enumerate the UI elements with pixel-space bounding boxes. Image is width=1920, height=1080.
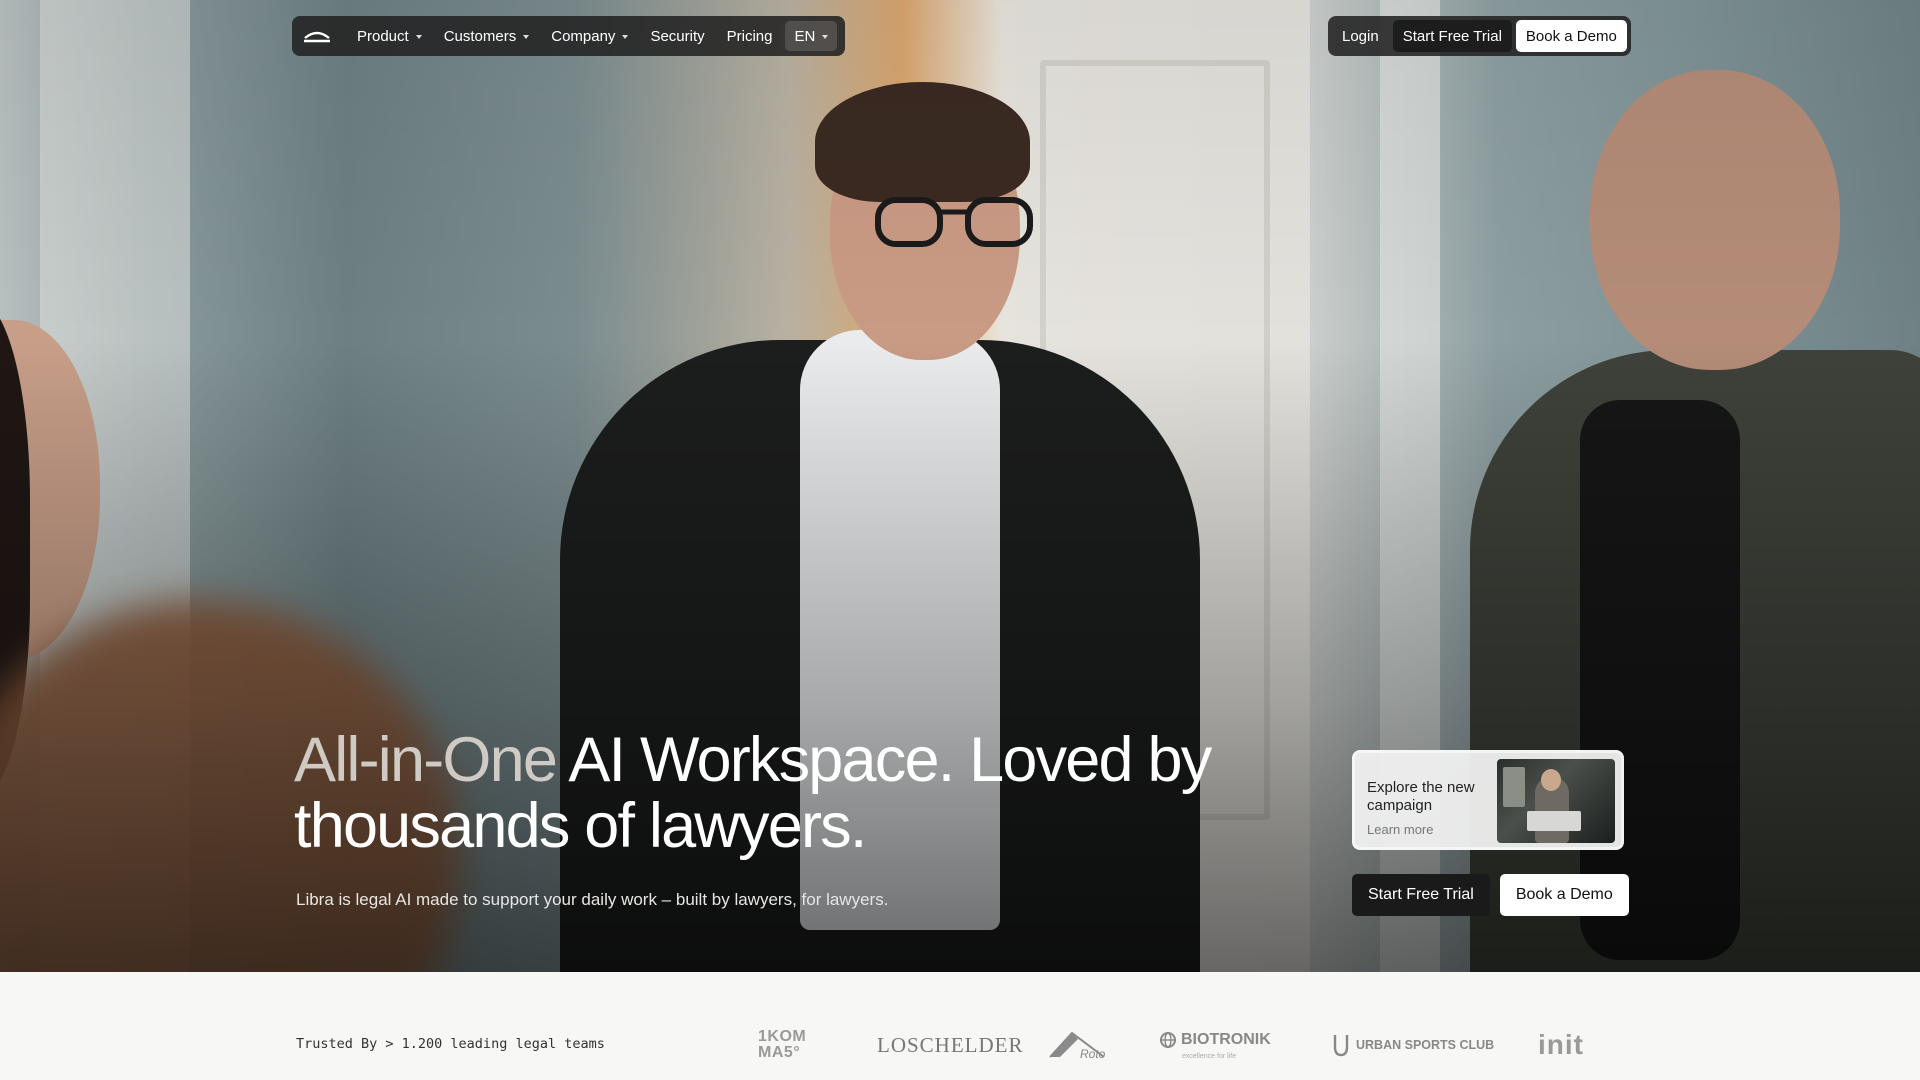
- logo-loschelder: LOSCHELDER: [877, 1032, 1024, 1057]
- login-button[interactable]: Login: [1332, 20, 1389, 52]
- campaign-learn-more-link[interactable]: Learn more: [1367, 822, 1487, 837]
- logo-init: init: [1538, 1029, 1584, 1060]
- logo-1komma5: 1KOM MA5°: [758, 1028, 807, 1061]
- logo-urban-sports-club: URBAN SPORTS CLUB: [1332, 1020, 1494, 1070]
- biotronik-globe-icon: [1160, 1031, 1176, 1048]
- logo-biotronik: BIOTRONIK excellence for life: [1160, 1020, 1271, 1070]
- client-logos: 1KOM MA5° LOSCHELDER Roto BIOTRONIK exce…: [0, 1020, 1920, 1070]
- nav-start-trial-button[interactable]: Start Free Trial: [1392, 20, 1512, 52]
- nav-security[interactable]: Security: [641, 21, 713, 51]
- campaign-thumbnail[interactable]: [1497, 759, 1615, 843]
- nav-pricing-label: Pricing: [726, 27, 773, 45]
- nav-book-demo-button[interactable]: Book a Demo: [1515, 20, 1627, 52]
- hero-subline: Libra is legal AI made to support your d…: [296, 890, 889, 909]
- campaign-title: Explore the new campaign: [1367, 779, 1475, 814]
- language-label: EN: [794, 27, 816, 45]
- chevron-down-icon: [523, 34, 530, 39]
- hero-cta-row: Start Free Trial Book a Demo: [1352, 874, 1629, 916]
- usc-shield-icon: [1333, 1035, 1349, 1057]
- libra-logo-icon[interactable]: [302, 26, 332, 46]
- campaign-card[interactable]: Explore the new campaign Learn more: [1352, 750, 1624, 850]
- nav-pricing[interactable]: Pricing: [718, 21, 782, 51]
- hero-headline: All-in-One AI Workspace. Loved by thousa…: [294, 727, 1294, 859]
- nav-company-label: Company: [551, 27, 616, 45]
- nav-product-label: Product: [357, 27, 409, 45]
- logo-roto: Roto: [1048, 1020, 1105, 1070]
- nav-customers-label: Customers: [443, 27, 517, 45]
- headline-muted: All-in-One: [294, 725, 558, 795]
- chevron-down-icon: [622, 34, 629, 39]
- chevron-down-icon: [822, 34, 829, 39]
- hero-start-trial-button[interactable]: Start Free Trial: [1352, 874, 1490, 916]
- chevron-down-icon: [415, 34, 422, 39]
- nav-product[interactable]: Product: [348, 21, 431, 51]
- main-nav: Product Customers Company Security Prici…: [292, 16, 846, 56]
- nav-customers[interactable]: Customers: [435, 21, 539, 51]
- nav-security-label: Security: [650, 27, 705, 45]
- hero-book-demo-button[interactable]: Book a Demo: [1499, 874, 1629, 916]
- nav-actions: Login Start Free Trial Book a Demo: [1328, 16, 1631, 56]
- nav-company[interactable]: Company: [542, 21, 637, 51]
- language-selector[interactable]: EN: [785, 21, 838, 51]
